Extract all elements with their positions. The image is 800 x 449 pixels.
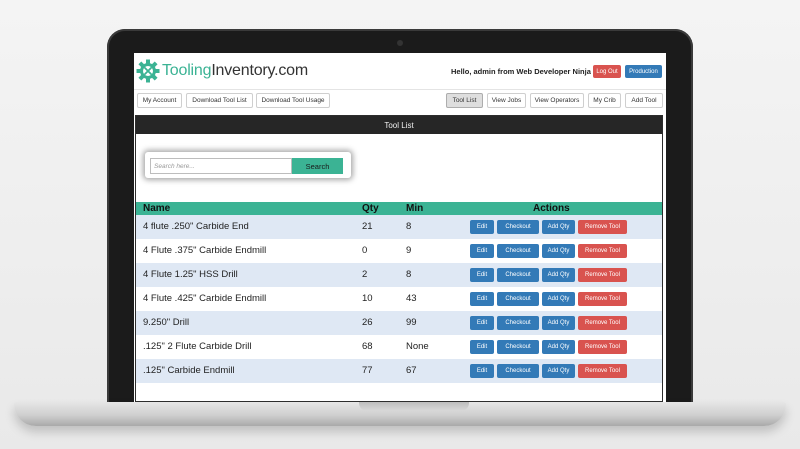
row-actions: Edit Checkout Add Qty Remove Tool bbox=[470, 244, 630, 258]
add-qty-button[interactable]: Add Qty bbox=[542, 244, 575, 258]
edit-button[interactable]: Edit bbox=[470, 244, 494, 258]
edit-button[interactable]: Edit bbox=[470, 316, 494, 330]
table-row: 4 Flute .375" Carbide Endmill 0 9 Edit Check… bbox=[136, 239, 662, 263]
table-row: .125" 2 Flute Carbide Drill 68 None Edit Che… bbox=[136, 335, 662, 359]
tool-min-cell: 9 bbox=[406, 245, 412, 256]
search-input[interactable] bbox=[150, 158, 292, 174]
header-name[interactable]: Name bbox=[143, 202, 170, 215]
remove-tool-button[interactable]: Remove Tool bbox=[578, 244, 627, 258]
edit-button[interactable]: Edit bbox=[470, 364, 494, 378]
tool-name-cell: 4 Flute 1.25" HSS Drill bbox=[143, 269, 238, 280]
remove-tool-button[interactable]: Remove Tool bbox=[578, 220, 627, 234]
camera-dot bbox=[397, 40, 403, 46]
row-actions: Edit Checkout Add Qty Remove Tool bbox=[470, 364, 630, 378]
add-qty-button[interactable]: Add Qty bbox=[542, 220, 575, 234]
production-button[interactable]: Production bbox=[625, 65, 662, 78]
remove-tool-button[interactable]: Remove Tool bbox=[578, 316, 627, 330]
download-tool-list-button[interactable]: Download Tool List bbox=[186, 93, 253, 108]
app-header: ToolingInventory.com Hello, admin from W… bbox=[134, 53, 666, 90]
remove-tool-button[interactable]: Remove Tool bbox=[578, 340, 627, 354]
tool-name-cell: .125" 2 Flute Carbide Drill bbox=[143, 341, 252, 352]
row-actions: Edit Checkout Add Qty Remove Tool bbox=[470, 268, 630, 282]
my-crib-button[interactable]: My Crib bbox=[588, 93, 621, 108]
panel-title: Tool List bbox=[136, 116, 662, 134]
table-row: 9.250" Drill 26 99 Edit Checkout Add Qty Remov… bbox=[136, 311, 662, 335]
table-body: 4 flute .250" Carbide End 21 8 Edit Checkout… bbox=[136, 215, 662, 383]
tool-min-cell: 99 bbox=[406, 317, 417, 328]
logo-text-inventory: Inventory.com bbox=[211, 62, 309, 79]
checkout-button[interactable]: Checkout bbox=[497, 220, 539, 234]
tool-min-cell: 8 bbox=[406, 221, 412, 232]
row-actions: Edit Checkout Add Qty Remove Tool bbox=[470, 220, 630, 234]
app-screen: ToolingInventory.com Hello, admin from W… bbox=[134, 53, 666, 402]
logo-text: ToolingInventory.com bbox=[162, 62, 308, 80]
site-logo[interactable]: ToolingInventory.com bbox=[136, 58, 308, 84]
user-greeting: Hello, admin from Web Developer Ninja bbox=[451, 67, 591, 76]
logo-text-tooling: Tooling bbox=[162, 62, 212, 79]
remove-tool-button[interactable]: Remove Tool bbox=[578, 268, 627, 282]
tool-name-cell: 4 flute .250" Carbide End bbox=[143, 221, 249, 232]
checkout-button[interactable]: Checkout bbox=[497, 316, 539, 330]
edit-button[interactable]: Edit bbox=[470, 268, 494, 282]
checkout-button[interactable]: Checkout bbox=[497, 340, 539, 354]
tool-min-cell: None bbox=[406, 341, 429, 352]
tool-qty-cell: 0 bbox=[362, 245, 368, 256]
tool-name-cell: .125" Carbide Endmill bbox=[143, 365, 235, 376]
tool-name-cell: 9.250" Drill bbox=[143, 317, 190, 328]
table-header: Name Qty Min Actions bbox=[136, 202, 662, 215]
edit-button[interactable]: Edit bbox=[470, 292, 494, 306]
view-jobs-button[interactable]: View Jobs bbox=[487, 93, 526, 108]
row-actions: Edit Checkout Add Qty Remove Tool bbox=[470, 340, 630, 354]
gear-wrench-icon bbox=[136, 59, 160, 83]
search-button[interactable]: Search bbox=[292, 158, 343, 174]
toolbar: My Account Download Tool List Download T… bbox=[134, 91, 666, 111]
checkout-button[interactable]: Checkout bbox=[497, 268, 539, 282]
checkout-button[interactable]: Checkout bbox=[497, 292, 539, 306]
row-actions: Edit Checkout Add Qty Remove Tool bbox=[470, 316, 630, 330]
add-qty-button[interactable]: Add Qty bbox=[542, 292, 575, 306]
row-actions: Edit Checkout Add Qty Remove Tool bbox=[470, 292, 630, 306]
tool-min-cell: 67 bbox=[406, 365, 417, 376]
edit-button[interactable]: Edit bbox=[470, 220, 494, 234]
add-qty-button[interactable]: Add Qty bbox=[542, 316, 575, 330]
tool-name-cell: 4 Flute .375" Carbide Endmill bbox=[143, 245, 267, 256]
add-tool-button[interactable]: Add Tool bbox=[625, 93, 663, 108]
header-actions: Actions bbox=[533, 203, 570, 214]
table-row: 4 Flute .425" Carbide Endmill 10 43 Edit Che… bbox=[136, 287, 662, 311]
laptop-notch bbox=[359, 402, 469, 411]
tool-list-panel: Tool List Search Name Qty Min Actions 4 … bbox=[135, 115, 663, 402]
checkout-button[interactable]: Checkout bbox=[497, 244, 539, 258]
logout-button[interactable]: Log Out bbox=[593, 65, 621, 78]
table-row: 4 flute .250" Carbide End 21 8 Edit Checkout… bbox=[136, 215, 662, 239]
download-tool-usage-button[interactable]: Download Tool Usage bbox=[256, 93, 330, 108]
tool-qty-cell: 2 bbox=[362, 269, 368, 280]
table-row: .125" Carbide Endmill 77 67 Edit Checkout Add… bbox=[136, 359, 662, 383]
remove-tool-button[interactable]: Remove Tool bbox=[578, 292, 627, 306]
tool-name-cell: 4 Flute .425" Carbide Endmill bbox=[143, 293, 267, 304]
add-qty-button[interactable]: Add Qty bbox=[542, 364, 575, 378]
header-min[interactable]: Min bbox=[406, 202, 423, 215]
laptop-base bbox=[14, 402, 786, 426]
table-row: 4 Flute 1.25" HSS Drill 2 8 Edit Checkout Add… bbox=[136, 263, 662, 287]
header-qty[interactable]: Qty bbox=[362, 202, 379, 215]
tool-qty-cell: 21 bbox=[362, 221, 373, 232]
add-qty-button[interactable]: Add Qty bbox=[542, 340, 575, 354]
tool-qty-cell: 10 bbox=[362, 293, 373, 304]
tool-qty-cell: 77 bbox=[362, 365, 373, 376]
tool-qty-cell: 26 bbox=[362, 317, 373, 328]
view-operators-button[interactable]: View Operators bbox=[530, 93, 584, 108]
my-account-button[interactable]: My Account bbox=[137, 93, 182, 108]
tool-table: Name Qty Min Actions 4 flute .250" Carbi… bbox=[136, 202, 662, 383]
tool-min-cell: 43 bbox=[406, 293, 417, 304]
tool-min-cell: 8 bbox=[406, 269, 412, 280]
tool-qty-cell: 68 bbox=[362, 341, 373, 352]
remove-tool-button[interactable]: Remove Tool bbox=[578, 364, 627, 378]
add-qty-button[interactable]: Add Qty bbox=[542, 268, 575, 282]
search-box: Search bbox=[145, 152, 351, 178]
edit-button[interactable]: Edit bbox=[470, 340, 494, 354]
checkout-button[interactable]: Checkout bbox=[497, 364, 539, 378]
tool-list-tab[interactable]: Tool List bbox=[446, 93, 483, 108]
